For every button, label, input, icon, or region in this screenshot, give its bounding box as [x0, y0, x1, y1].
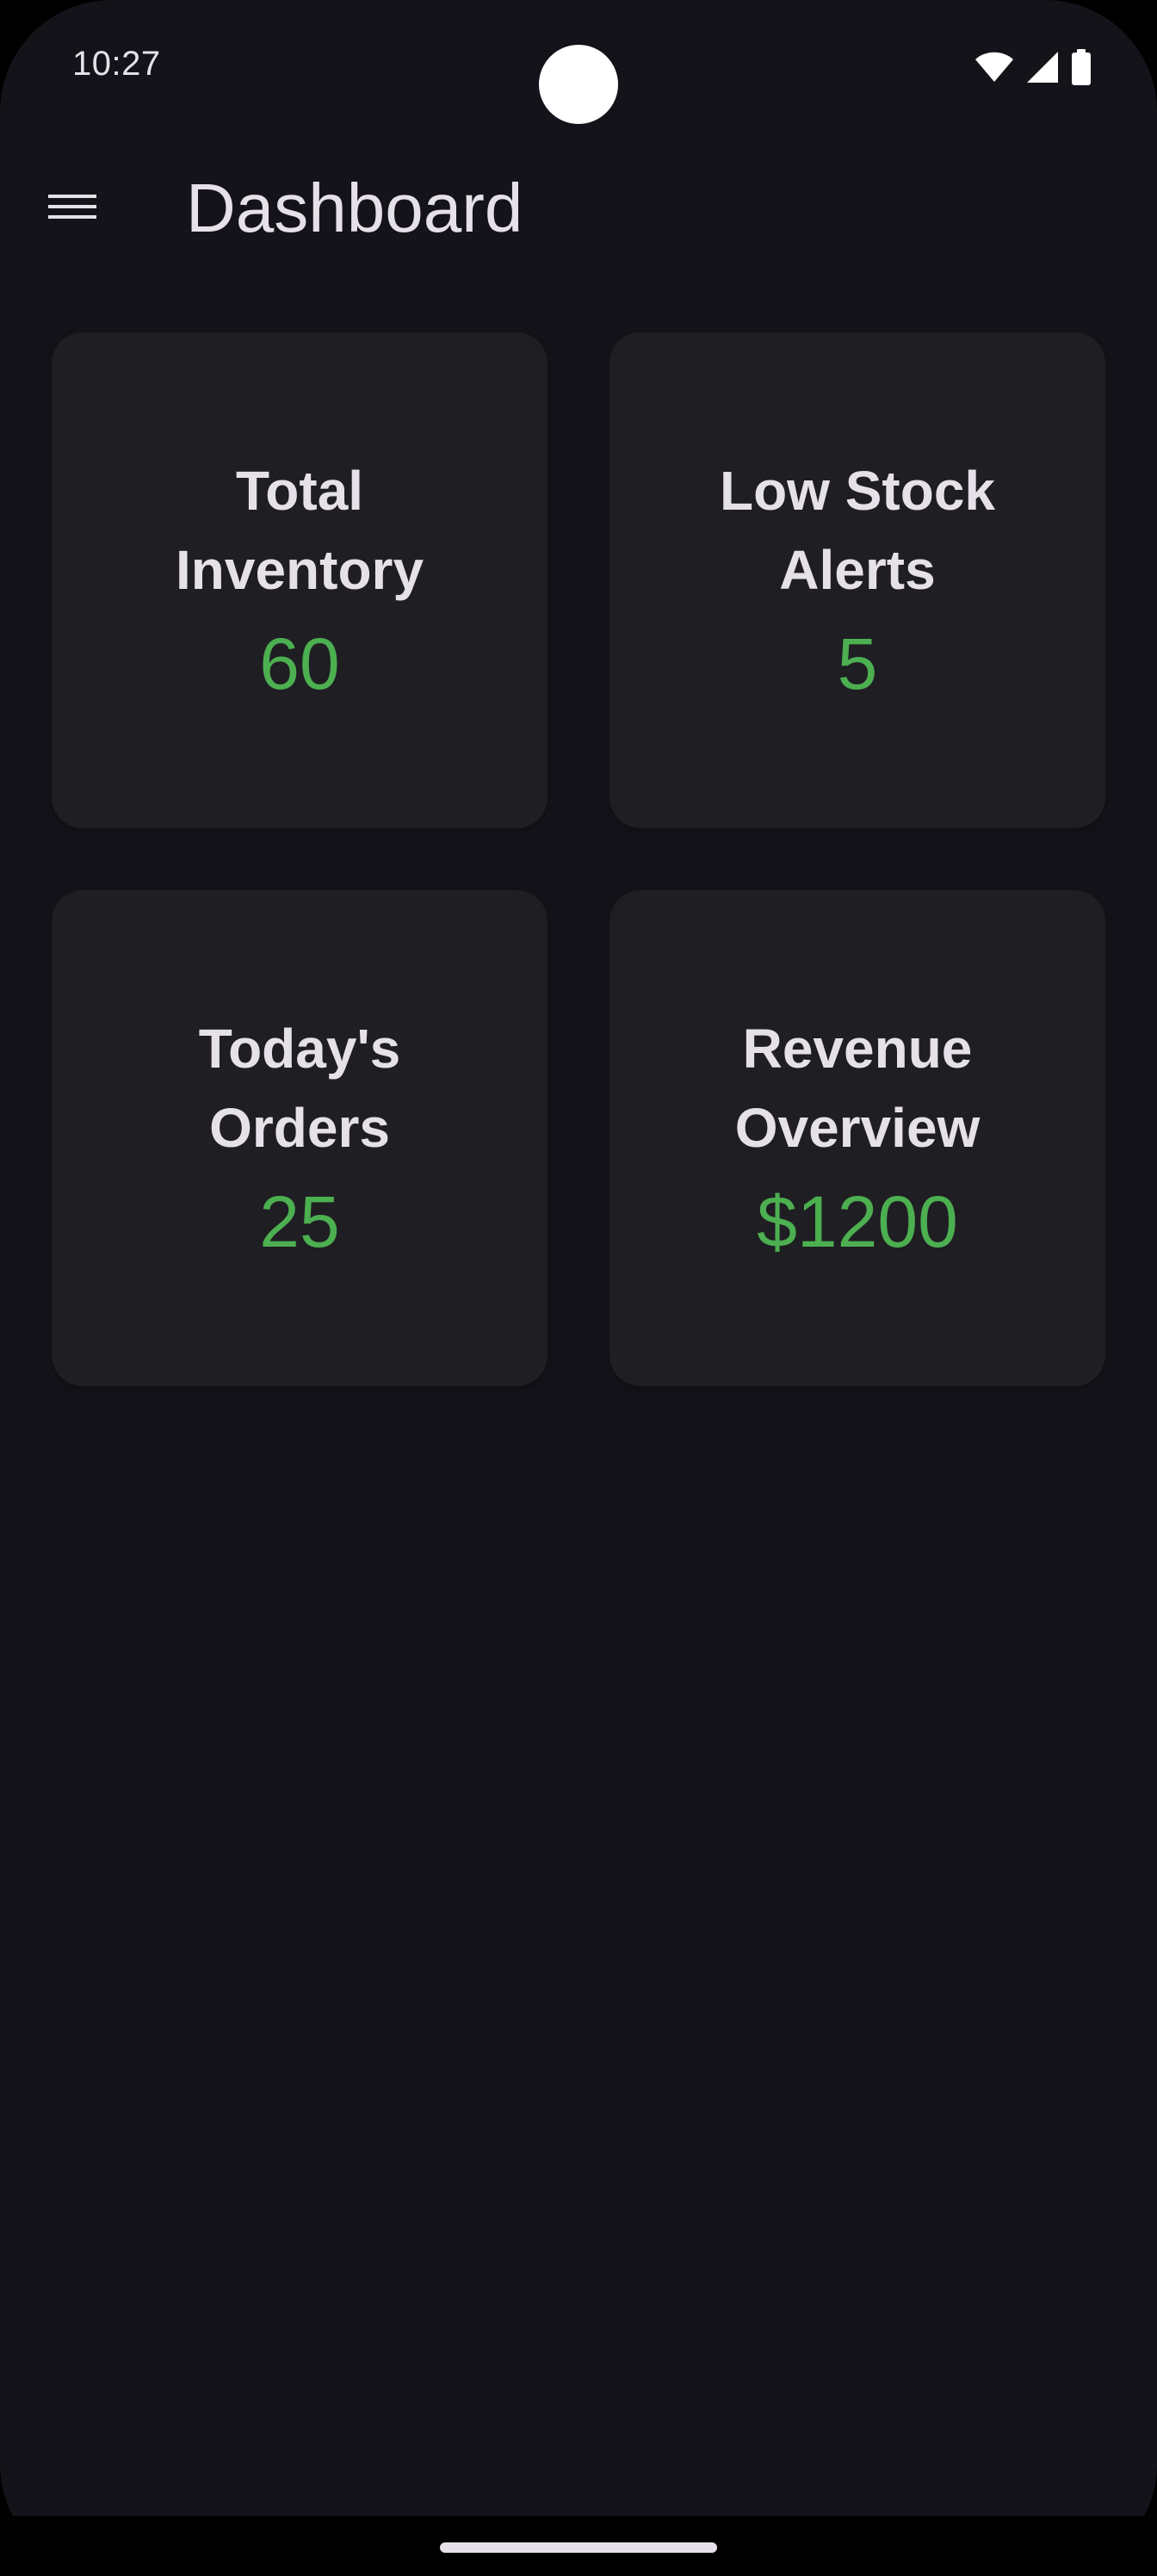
dashboard-grid: Total Inventory 60 Low Stock Alerts 5 To…	[52, 332, 1105, 1386]
status-icons	[974, 48, 1092, 86]
page-title: Dashboard	[186, 170, 523, 246]
todays-orders-card[interactable]: Today's Orders 25	[52, 890, 548, 1386]
device-screen: 10:27 Dashboard Total Inventory 60 Low S…	[0, 0, 1157, 2576]
card-title: Low Stock Alerts	[719, 460, 996, 601]
cellular-signal-icon	[1026, 51, 1059, 84]
card-value: 60	[259, 623, 340, 704]
hamburger-menu-icon	[48, 189, 96, 228]
card-title: Total Inventory	[175, 460, 424, 601]
camera-cutout	[539, 45, 618, 124]
card-title: Today's Orders	[198, 1018, 401, 1159]
wifi-icon	[974, 52, 1014, 83]
home-gesture-handle[interactable]	[440, 2542, 717, 2553]
low-stock-alerts-card[interactable]: Low Stock Alerts 5	[609, 332, 1105, 828]
top-app-bar: Dashboard	[0, 155, 1157, 262]
card-value: 5	[837, 623, 878, 704]
total-inventory-card[interactable]: Total Inventory 60	[52, 332, 548, 828]
status-time: 10:27	[72, 45, 161, 83]
card-value: 25	[259, 1181, 340, 1262]
revenue-overview-card[interactable]: Revenue Overview $1200	[609, 890, 1105, 1386]
menu-button[interactable]	[31, 174, 114, 243]
battery-icon	[1071, 49, 1092, 85]
card-value: $1200	[757, 1181, 958, 1262]
card-title: Revenue Overview	[734, 1018, 981, 1159]
status-bar: 10:27	[0, 0, 1157, 138]
